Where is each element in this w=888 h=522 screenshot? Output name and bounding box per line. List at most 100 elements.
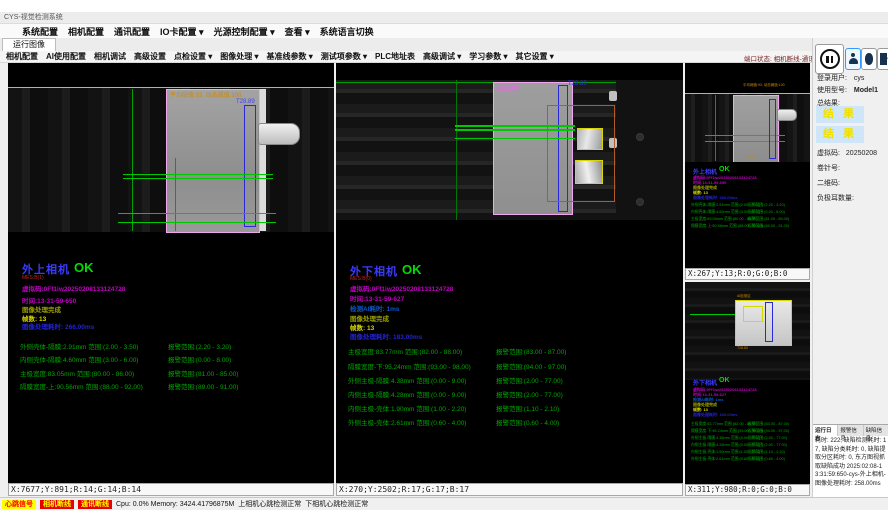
exit-door-icon: ➜	[880, 53, 888, 65]
measure-result-row: 外侧主极-壳体:2.61mm 范围:(0.60 - 4.00)报警范围:(0.6…	[348, 417, 681, 427]
log-tab-defect[interactable]: 缺陷信息	[864, 425, 888, 436]
pixel-coords-bar: X:311;Y:980;R:0;G:0;B:0	[685, 484, 810, 496]
camera-viewport-outer-bottom[interactable]: AI检测区 T28.80	[336, 63, 683, 263]
login-user-label: 登录用户:	[817, 75, 847, 82]
barcode-line: 虚拟码:0Ff1iw20250208133124728	[350, 283, 453, 293]
tool-baseline-params[interactable]: 基准线参数 ▾	[267, 51, 313, 62]
result-indicator-bottom: 结 果	[816, 126, 864, 143]
log-tab-alarm[interactable]: 报警信息	[838, 425, 863, 436]
camera-thumb-bottom-viewport[interactable]: AI检测区 T28.80	[685, 282, 810, 380]
process-time-line: 图像处理耗时: 183.00ms	[350, 331, 422, 341]
menu-language-switch[interactable]: 系统语言切换	[320, 25, 374, 38]
measure-result-row: 内侧主极-隔膜:4.28mm 范围:(0.00 - 9.00)报警范围:(2.0…	[691, 443, 809, 448]
pixel-coords-bar: X:267;Y:13;R:0;G:0;B:0	[685, 268, 810, 280]
pixel-coords-bar: X:270;Y:2502;R:17;G:17;B:17	[336, 483, 683, 496]
measure-hline	[118, 213, 276, 214]
log-panel: 运行日志 报警信息 缺陷信息 耗时: 222, 缺陷检测耗时: 17, 缺陷分类…	[813, 424, 888, 498]
heartbeat-badge: 心跳信号	[2, 500, 36, 509]
exit-button[interactable]: ➜	[877, 48, 888, 70]
camera-title: 外下相机	[693, 378, 717, 387]
model-row: 使用型号: Model1	[817, 85, 878, 95]
measure-hline	[455, 129, 575, 131]
measure-hline	[455, 138, 575, 139]
pixel-coords-bar: X:7677;Y:891;R:14;G:14;B:14	[8, 483, 334, 496]
measure-hline	[123, 178, 273, 179]
process-time-line: 图像处理耗时: 266.00ms	[693, 195, 737, 201]
threshold-overlay-label: 平均阈值:93, 动态阈值:100	[743, 83, 785, 88]
measure-result-row: 内侧壳体-隔膜:4.60mm 范围:(3.00 - 6.00)报警范围:(0.0…	[20, 354, 332, 364]
log-text[interactable]: 耗时: 222, 缺陷检测耗时: 17, 缺陷分类耗时: 0, 缺陷提取分区耗时…	[813, 436, 888, 498]
camera-panel-outer-bottom: AI检测区 T28.80 外下相机 OK MES:B(0) 虚拟码:0Ff1iw…	[336, 63, 683, 496]
measure-result-row: 主极宽度:83.77mm 范围:(82.00 - 88.00)报警范围:(83.…	[691, 422, 809, 427]
tool-other-settings[interactable]: 其它设置 ▾	[516, 51, 554, 62]
ai-time-line: 检测AI耗时: 1ms	[350, 303, 399, 313]
result-indicator-top: 结 果	[816, 106, 864, 123]
measure-hline	[118, 222, 276, 223]
menu-camera-config[interactable]: 相机配置	[68, 25, 104, 38]
measure-result-row: 外侧主极-隔膜:4.38mm 范围:(0.00 - 9.00)报警范围:(2.0…	[691, 436, 809, 441]
measure-result-row: 外侧壳体-隔膜:2.91mm 范围:(2.00 - 3.50)报警范围:(2.2…	[691, 203, 809, 208]
qr-code-row: 二维码:	[817, 178, 840, 188]
blue-measure-tag: T28.80	[568, 81, 587, 87]
measure-hline	[455, 125, 575, 127]
mini-orange-tag: T28.89	[745, 155, 756, 159]
tool-test-params[interactable]: 测试项参数 ▾	[321, 51, 367, 62]
tool-ai-use-config[interactable]: AI使用配置	[46, 51, 86, 62]
camera-offline-badge: 相机断线	[40, 500, 74, 509]
tool-camera-config[interactable]: 相机配置	[6, 51, 38, 62]
measure-result-row: 内侧壳体-隔膜:4.60mm 范围:(3.00 - 6.00)报警范围:(0.0…	[691, 210, 809, 215]
cell-edge-strip	[260, 89, 266, 231]
fixture-clip	[609, 91, 617, 101]
qr-code-label: 二维码:	[817, 180, 840, 187]
menu-bar: 系统配置 相机配置 通讯配置 IO卡配置 ▾ 光源控制配置 ▾ 查看 ▾ 系统语…	[0, 24, 888, 38]
time-line: 时间:13-31-59-627	[350, 293, 404, 303]
guide-vline	[132, 89, 133, 231]
measure-roi-blue	[244, 105, 256, 227]
cpu-memory-text: Cpu: 0.0% Memory: 3424.41796875M	[116, 501, 234, 508]
camera-viewport-outer-top[interactable]: 平均阈值:93, 动态阈值:100 T28.89	[8, 63, 334, 258]
tab-roi-yellow	[577, 128, 603, 150]
tool-image-process[interactable]: 图像处理 ▾	[220, 51, 258, 62]
tool-camera-debug[interactable]: 相机调试	[94, 51, 126, 62]
menu-system-config[interactable]: 系统配置	[22, 25, 58, 38]
tool-advanced-settings[interactable]: 高级设置	[134, 51, 166, 62]
user-icon	[849, 53, 858, 65]
login-user-row: 登录用户: cys	[817, 73, 864, 83]
tab-run-image[interactable]: 运行图像	[2, 38, 56, 51]
log-tab-run[interactable]: 运行日志	[813, 425, 838, 436]
toolbar: 相机配置 AI使用配置 相机调试 高级设置 点检设置 ▾ 图像处理 ▾ 基准线参…	[0, 51, 812, 63]
lock-button[interactable]	[861, 48, 877, 70]
tool-spot-check[interactable]: 点检设置 ▾	[174, 51, 212, 62]
measure-result-row: 内侧主极-壳体:1.90mm 范围:(1.00 - 2.20)报警范围:(1.1…	[691, 450, 809, 455]
electrode-tab-shape	[258, 123, 300, 145]
menu-light-control-config[interactable]: 光源控制配置 ▾	[214, 25, 275, 38]
menu-view[interactable]: 查看 ▾	[285, 25, 310, 38]
guide-vline	[715, 95, 716, 161]
main-area: 平均阈值:93, 动态阈值:100 T28.89 外上相机 OK MES:B(1…	[0, 63, 888, 497]
login-user-button[interactable]	[845, 48, 861, 70]
tool-learning-params[interactable]: 学习参数 ▾	[469, 51, 507, 62]
model-label: 使用型号:	[817, 87, 847, 94]
menu-io-card-config[interactable]: IO卡配置 ▾	[160, 25, 204, 38]
measure-result-row: 内侧主极-壳体:1.90mm 范围:(1.00 - 2.20)报警范围:(1.1…	[348, 403, 681, 413]
mes-status-text: MES:B(1)	[22, 275, 44, 281]
measure-result-row: 主极宽度:83.05mm 范围:(80.00 - 86.00)报警范围:(81.…	[691, 217, 809, 222]
lower-cam-heartbeat-text: 下相机心跳检测正常	[305, 499, 368, 509]
pause-button[interactable]	[815, 44, 844, 74]
guide-vline-short	[175, 158, 176, 231]
camera-thumb-top-panel: 平均阈值:93, 动态阈值:100 T28.89 外上相机 OK 虚拟码:0Ff…	[685, 63, 810, 280]
measure-result-row: 外侧壳体-隔膜:2.91mm 范围:(2.00 - 3.50)报警范围:(2.2…	[20, 341, 332, 351]
camera-thumb-bottom-panel: AI检测区 T28.80 外下相机 OK 虚拟码:0Ff1iw202502081…	[685, 282, 810, 496]
upper-cam-heartbeat-text: 上相机心跳检测正常	[238, 499, 301, 509]
mini-orange-tag: AI检测区	[737, 294, 751, 299]
status-bar: 心跳信号 相机断线 通讯断线 Cpu: 0.0% Memory: 3424.41…	[0, 497, 888, 510]
menu-comm-config[interactable]: 通讯配置	[114, 25, 150, 38]
tab-roi-yellow	[743, 306, 763, 322]
lock-icon	[865, 53, 873, 65]
measure-hline	[690, 314, 735, 315]
measure-result-row: 外侧主极-隔膜:4.38mm 范围:(0.00 - 9.00)报警范围:(2.0…	[348, 375, 681, 385]
tab-row: 运行图像	[0, 38, 888, 52]
tool-plc-address[interactable]: PLC地址表	[375, 51, 415, 62]
tool-advanced-debug[interactable]: 高级调试 ▾	[423, 51, 461, 62]
camera-thumb-top-viewport[interactable]: 平均阈值:93, 动态阈值:100 T28.89	[685, 63, 810, 162]
